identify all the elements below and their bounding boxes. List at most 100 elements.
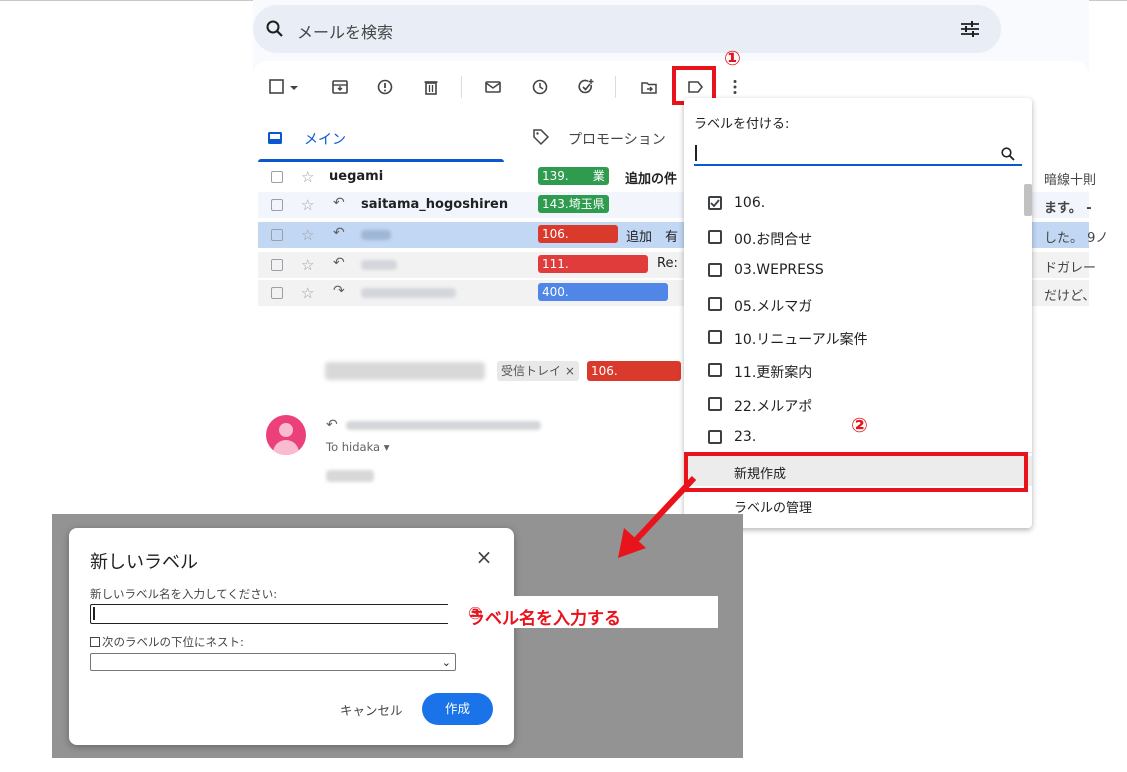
highlight-create-new: [684, 452, 1028, 492]
checkbox-icon[interactable]: [708, 430, 722, 444]
manage-labels[interactable]: ラベルの管理: [734, 497, 812, 516]
label-option[interactable]: 00.お問合せ: [708, 226, 1008, 250]
tab-promotions-label[interactable]: プロモーション: [568, 129, 666, 149]
star-icon[interactable]: ☆: [301, 284, 314, 302]
checkbox-icon[interactable]: [708, 363, 722, 377]
chevron-down-icon: ⌄: [441, 656, 451, 669]
opened-email-subject: [325, 362, 485, 380]
star-icon[interactable]: ☆: [301, 168, 314, 186]
label-option-text: 05.メルマガ: [734, 299, 813, 315]
filter-options-icon[interactable]: [959, 19, 981, 39]
label-option-text: 10.リニューアル案件: [734, 332, 868, 348]
toolbar-divider: [461, 76, 462, 98]
snooze-icon[interactable]: [531, 78, 549, 96]
inbox-chip[interactable]: 受信トレイ ×: [497, 361, 579, 381]
select-all-checkbox-icon[interactable]: [268, 78, 286, 96]
dropdown-scrollbar[interactable]: [1024, 184, 1032, 216]
sender-name: [361, 260, 397, 270]
row-checkbox[interactable]: [271, 199, 283, 211]
checkbox-checked-icon[interactable]: [708, 196, 722, 210]
new-label-dialog: 新しいラベル × 新しいラベル名を入力してください: 次のラベルの下位にネスト:…: [69, 528, 514, 745]
star-icon[interactable]: ☆: [301, 226, 314, 244]
label-option-text: 106.: [734, 195, 766, 211]
sender-email: [346, 421, 541, 430]
sender-name: [361, 230, 391, 240]
parent-label-select[interactable]: ⌄: [90, 653, 456, 671]
checkbox-icon[interactable]: [708, 263, 722, 277]
email-snippet: ドガレー: [1044, 261, 1097, 276]
screenshot-root: メールを検索 ① メイン プロモーション ☆ uegami 139. 業 追加の…: [0, 0, 1127, 772]
label-chip: 111.: [538, 255, 648, 273]
label-chip: 400.: [538, 283, 668, 301]
email-snippet: した。 9ノ: [1044, 231, 1109, 246]
select-dropdown-icon[interactable]: [288, 78, 300, 96]
star-icon[interactable]: ☆: [301, 196, 314, 214]
label-chip: 139. 業: [538, 167, 609, 185]
sender-name: [361, 288, 456, 298]
reply-icon: ↶: [326, 417, 338, 433]
email-snippet: 暗線十則: [1044, 173, 1097, 188]
row-checkbox[interactable]: [271, 287, 283, 299]
add-to-tasks-icon[interactable]: [577, 78, 595, 96]
label-option-text: 22.メルアポ: [734, 399, 813, 415]
email-subject: Re:: [657, 256, 678, 271]
checkbox-icon[interactable]: [708, 397, 722, 411]
search-bar[interactable]: メールを検索: [253, 5, 1001, 53]
label-option[interactable]: 05.メルマガ: [708, 293, 1008, 317]
sender-name: uegami: [329, 169, 384, 184]
search-placeholder[interactable]: メールを検索: [297, 19, 393, 43]
email-subject: 追加 有: [626, 230, 679, 245]
tag-icon: [532, 128, 550, 146]
create-button[interactable]: 作成: [422, 693, 493, 725]
nest-checkbox-icon[interactable]: [90, 637, 100, 647]
mark-unread-icon[interactable]: [484, 78, 502, 96]
delete-icon[interactable]: [422, 78, 440, 96]
row-checkbox[interactable]: [271, 229, 283, 241]
dropdown-title: ラベルを付ける:: [694, 117, 790, 132]
row-checkbox[interactable]: [271, 259, 283, 271]
label-name-prompt: 新しいラベル名を入力してください:: [90, 587, 278, 601]
step-2-marker: ②: [851, 413, 868, 437]
archive-icon[interactable]: [331, 78, 349, 96]
dialog-title: 新しいラベル: [90, 552, 198, 573]
checkbox-icon[interactable]: [708, 230, 722, 244]
cancel-button[interactable]: キャンセル: [340, 700, 403, 719]
avatar: [266, 415, 306, 455]
forward-icon: ↷: [333, 283, 345, 299]
tab-main-label[interactable]: メイン: [304, 129, 346, 149]
report-spam-icon[interactable]: [376, 78, 394, 96]
label-name-input[interactable]: [90, 604, 458, 624]
sender-name: saitama_hogoshiren: [361, 197, 509, 212]
label-option[interactable]: 10.リニューアル案件: [708, 326, 1008, 350]
active-tab-indicator: [258, 159, 504, 162]
inbox-icon: [267, 130, 283, 144]
star-icon[interactable]: ☆: [301, 256, 314, 274]
search-icon[interactable]: [265, 19, 285, 39]
label-search-input[interactable]: [694, 142, 1022, 166]
checkbox-icon[interactable]: [708, 297, 722, 311]
search-icon: [1000, 146, 1016, 162]
nest-checkbox-row[interactable]: 次のラベルの下位にネスト:: [90, 634, 244, 650]
reply-icon: ↶: [333, 225, 345, 241]
close-icon[interactable]: ×: [474, 547, 494, 567]
message-body: [326, 470, 374, 482]
label-option[interactable]: 11.更新案内: [708, 359, 1008, 383]
move-to-icon[interactable]: [640, 78, 658, 96]
label-chip: 106.: [538, 225, 618, 243]
toolbar-divider: [615, 76, 616, 98]
reply-icon: ↶: [333, 255, 345, 271]
text-cursor: [93, 607, 95, 620]
label-option[interactable]: 03.WEPRESS: [708, 259, 1008, 283]
checkbox-icon[interactable]: [708, 330, 722, 344]
label-chip[interactable]: 106.: [587, 361, 681, 381]
more-options-icon[interactable]: [730, 78, 740, 96]
email-subject: 追加の件: [625, 172, 678, 187]
step-1-marker: ①: [724, 46, 741, 70]
to-line[interactable]: To hidaka ▾: [326, 440, 390, 454]
label-option-text: 23.: [734, 429, 757, 445]
tab-main[interactable]: [258, 118, 504, 162]
label-option[interactable]: 106.: [708, 192, 1008, 216]
row-checkbox[interactable]: [271, 171, 283, 183]
email-snippet: だけど、: [1044, 289, 1096, 304]
label-chip: 143.埼玉県: [538, 195, 609, 213]
